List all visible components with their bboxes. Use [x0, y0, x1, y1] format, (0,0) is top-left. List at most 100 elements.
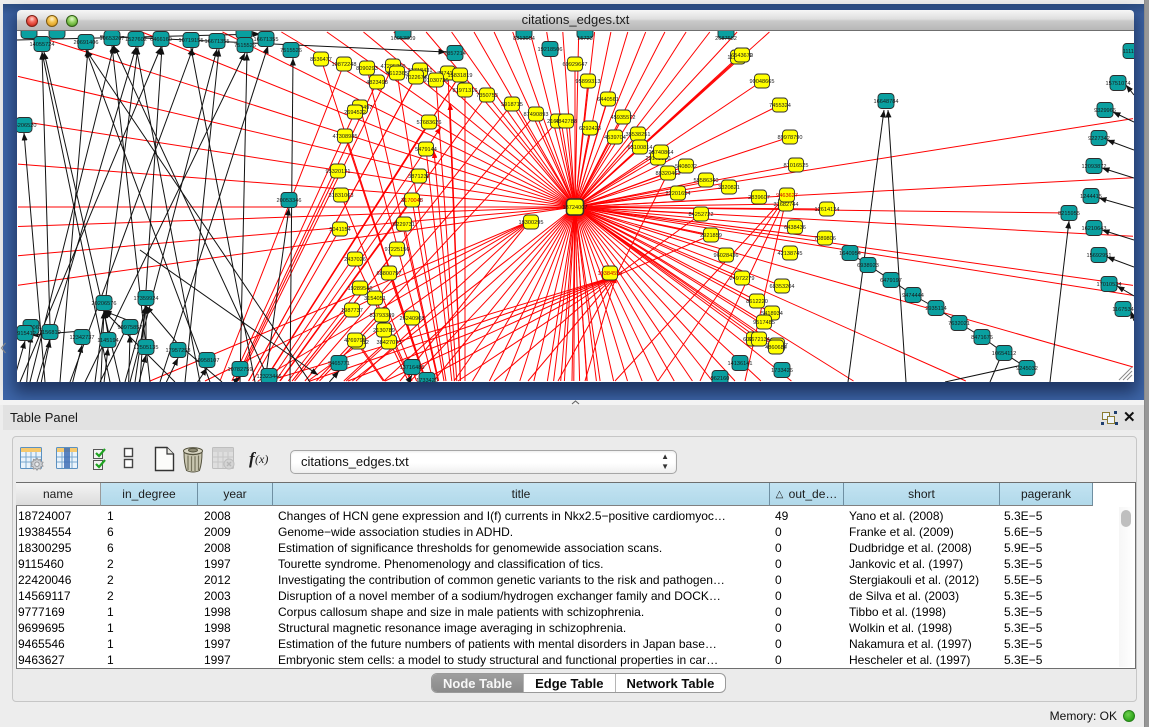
svg-text:5041154: 5041154: [329, 227, 350, 233]
svg-text:47308985: 47308985: [333, 134, 358, 140]
svg-text:8090293: 8090293: [356, 66, 378, 72]
svg-text:3154051: 3154051: [364, 296, 386, 302]
svg-text:15723: 15723: [577, 36, 593, 42]
svg-text:7857214: 7857214: [444, 51, 466, 57]
svg-text:16648784: 16648784: [874, 99, 899, 105]
svg-text:6479197: 6479197: [880, 278, 902, 284]
svg-text:4539704: 4539704: [604, 135, 626, 141]
svg-text:3915412: 3915412: [17, 331, 36, 337]
svg-text:7515526: 7515526: [280, 48, 302, 54]
svg-text:10958107: 10958107: [195, 358, 220, 364]
svg-text:9245032: 9245032: [1016, 366, 1038, 372]
svg-text:22201654: 22201654: [666, 191, 691, 197]
svg-text:1987737: 1987737: [341, 308, 363, 314]
svg-text:4769795: 4769795: [344, 338, 366, 344]
svg-text:45935572: 45935572: [611, 115, 636, 121]
svg-text:19218506: 19218506: [538, 47, 563, 53]
svg-text:10872248: 10872248: [332, 62, 357, 68]
svg-text:5408072: 5408072: [675, 164, 697, 170]
svg-text:31682744: 31682744: [774, 202, 799, 208]
svg-text:16671355: 16671355: [254, 37, 279, 43]
svg-text:8215955: 8215955: [1058, 211, 1080, 217]
svg-text:111111: 111111: [1123, 49, 1134, 55]
svg-text:20691406: 20691406: [74, 40, 99, 46]
svg-text:3320821: 3320821: [718, 185, 740, 191]
svg-text:6672134: 6672134: [748, 337, 770, 343]
svg-text:8813054: 8813054: [513, 36, 535, 42]
svg-text:2921859: 2921859: [700, 233, 722, 239]
svg-text:38538251: 38538251: [626, 132, 651, 138]
svg-text:962160: 962160: [711, 376, 730, 382]
svg-text:2437026: 2437026: [344, 257, 366, 263]
svg-text:28740864: 28740864: [649, 150, 674, 156]
svg-text:2839607: 2839607: [748, 195, 770, 201]
svg-text:88320463: 88320463: [656, 171, 681, 177]
svg-text:12323446: 12323446: [257, 374, 282, 380]
svg-text:9474444: 9474444: [902, 293, 924, 299]
svg-text:1527602: 1527602: [125, 37, 147, 43]
svg-text:19384554: 19384554: [598, 271, 623, 277]
svg-text:57683626: 57683626: [417, 120, 442, 126]
svg-text:31831063: 31831063: [329, 193, 354, 199]
svg-text:90048665: 90048665: [750, 79, 775, 85]
svg-text:9465771: 9465771: [328, 361, 350, 367]
svg-text:9463627: 9463627: [776, 193, 798, 199]
svg-text:18724007: 18724007: [563, 205, 588, 211]
svg-text:38427073: 38427073: [377, 340, 402, 346]
svg-text:(x): (x): [255, 452, 268, 466]
svg-text:1145194: 1145194: [97, 338, 118, 344]
svg-text:81016525: 81016525: [784, 163, 809, 169]
svg-text:2130789: 2130789: [373, 328, 395, 334]
svg-text:8536477: 8536477: [310, 57, 332, 63]
svg-text:16671355: 16671355: [205, 39, 230, 45]
svg-text:83793389: 83793389: [370, 313, 395, 319]
svg-text:4860684: 4860684: [765, 345, 787, 351]
svg-text:10782759: 10782759: [228, 367, 253, 373]
svg-text:2694522: 2694522: [344, 110, 366, 116]
svg-text:7632021: 7632021: [948, 321, 970, 327]
svg-text:10719155: 10719155: [179, 38, 204, 44]
svg-text:12093872: 12093872: [1082, 164, 1107, 170]
svg-text:95899313: 95899313: [576, 79, 601, 85]
svg-text:97225156: 97225156: [385, 247, 410, 253]
svg-text:16210643: 16210643: [1082, 226, 1107, 232]
svg-text:7455324: 7455324: [769, 103, 791, 109]
svg-text:6543670: 6543670: [731, 53, 753, 59]
svg-text:1733426: 1733426: [416, 378, 438, 382]
svg-text:6938923: 6938923: [857, 263, 879, 269]
svg-text:1640954: 1640954: [839, 251, 861, 257]
svg-text:7515526: 7515526: [234, 43, 256, 49]
svg-text:18300295: 18300295: [519, 220, 544, 226]
svg-text:95320121: 95320121: [326, 169, 351, 175]
svg-text:6440561: 6440561: [597, 97, 619, 103]
svg-text:26206520: 26206520: [17, 123, 36, 129]
svg-text:12614124: 12614124: [815, 207, 840, 213]
svg-text:42138745: 42138745: [778, 251, 803, 257]
svg-text:15831819: 15831819: [448, 73, 473, 79]
svg-text:4170045: 4170045: [401, 198, 423, 204]
svg-text:8612220: 8612220: [746, 299, 768, 305]
svg-text:7089806: 7089806: [814, 236, 836, 242]
svg-text:96028436: 96028436: [714, 253, 739, 259]
svg-text:10653267: 10653267: [100, 36, 125, 42]
svg-text:2687682: 2687682: [715, 36, 737, 42]
svg-text:16053809: 16053809: [391, 36, 416, 42]
svg-text:68800797: 68800797: [377, 271, 402, 277]
svg-text:4842788: 4842788: [555, 119, 577, 125]
svg-text:84252722: 84252722: [689, 212, 714, 218]
svg-text:3871230: 3871230: [408, 174, 430, 180]
svg-text:15692951: 15692951: [1087, 253, 1112, 259]
svg-text:17010534: 17010534: [1097, 282, 1122, 288]
svg-text:14136141: 14136141: [728, 361, 753, 367]
svg-text:14055724: 14055724: [30, 42, 55, 48]
svg-text:4823498: 4823498: [366, 80, 388, 86]
svg-text:1244415: 1244415: [1080, 194, 1102, 200]
svg-text:91030736: 91030736: [424, 78, 449, 84]
svg-text:7350753: 7350753: [476, 93, 498, 99]
svg-text:20206576: 20206576: [92, 301, 117, 307]
svg-text:24972279: 24972279: [730, 276, 755, 282]
svg-text:68353204: 68353204: [770, 284, 795, 290]
svg-text:12505135: 12505135: [134, 345, 159, 351]
svg-text:9227342: 9227342: [1088, 136, 1110, 142]
svg-text:87490893: 87490893: [524, 112, 549, 118]
